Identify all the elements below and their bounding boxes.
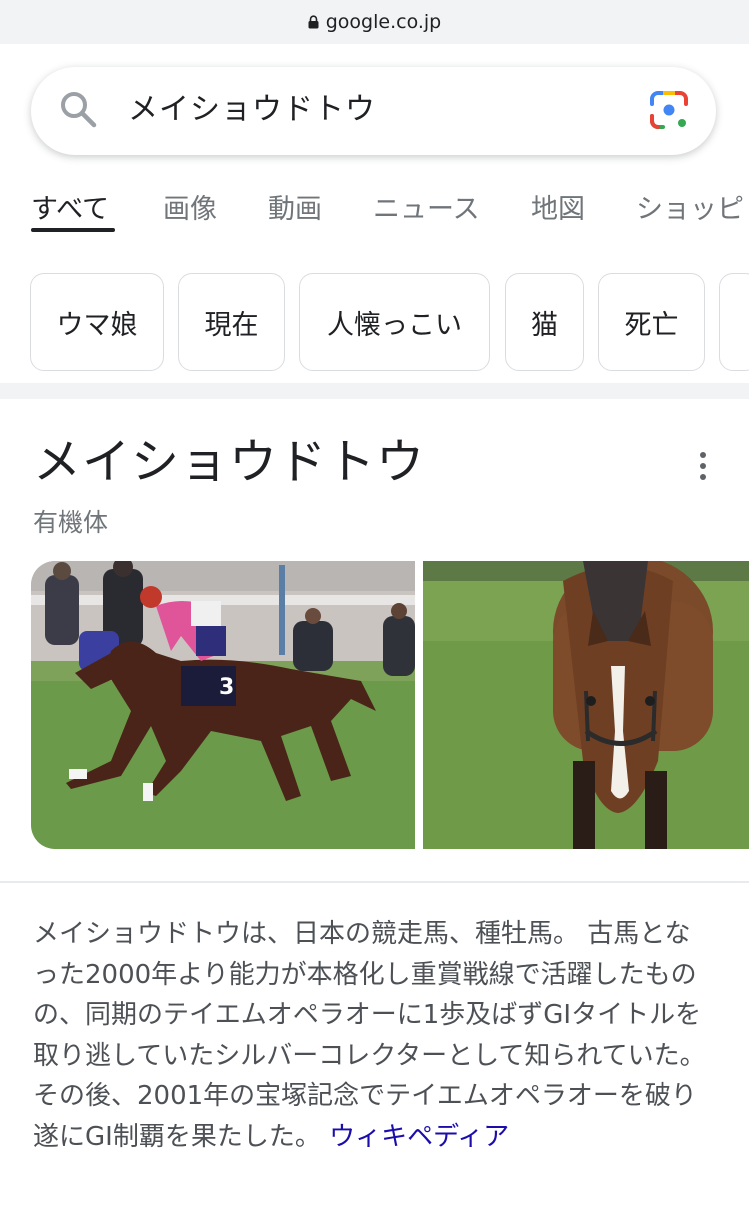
section-divider [0, 383, 749, 399]
chip-next-partial[interactable] [719, 273, 749, 371]
description-text: メイショウドトウは、日本の競走馬、種牡馬。 古馬となった2000年より能力が本格… [33, 919, 706, 1152]
horse-portrait-photo[interactable] [423, 561, 749, 849]
chip-uma-musume[interactable]: ウマ娘 [30, 273, 164, 371]
chip-current[interactable]: 現在 [178, 273, 285, 371]
chip-friendly[interactable]: 人懐っこい [299, 273, 490, 371]
tab-news[interactable]: ニュース [373, 187, 480, 226]
svg-text:3: 3 [219, 675, 234, 700]
knowledge-panel-description: メイショウドトウは、日本の競走馬、種牡馬。 古馬となった2000年より能力が本格… [33, 914, 713, 1157]
wikipedia-link[interactable]: ウィキペディア [329, 1122, 509, 1152]
active-tab-indicator [31, 228, 115, 232]
tab-images[interactable]: 画像 [163, 187, 217, 226]
chip-cat[interactable]: 猫 [505, 273, 584, 371]
panel-divider [0, 881, 749, 883]
lock-icon [308, 15, 319, 29]
search-query-input[interactable]: メイショウドトウ [128, 88, 376, 132]
horse-race-photo[interactable]: 3 [31, 561, 415, 849]
search-icon[interactable] [58, 89, 98, 129]
chip-death[interactable]: 死亡 [598, 273, 705, 371]
knowledge-panel-title: メイショウドトウ [33, 434, 426, 490]
more-options-icon[interactable] [696, 452, 710, 484]
knowledge-panel-subtitle: 有機体 [33, 508, 109, 537]
google-lens-icon[interactable] [648, 89, 690, 131]
tab-maps[interactable]: 地図 [531, 187, 585, 226]
tab-videos[interactable]: 動画 [268, 187, 322, 226]
tab-shopping[interactable]: ショッピ [636, 187, 744, 226]
browser-url-bar[interactable]: google.co.jp [0, 0, 749, 44]
url-text: google.co.jp [325, 11, 442, 33]
tab-all[interactable]: すべて [31, 187, 109, 226]
